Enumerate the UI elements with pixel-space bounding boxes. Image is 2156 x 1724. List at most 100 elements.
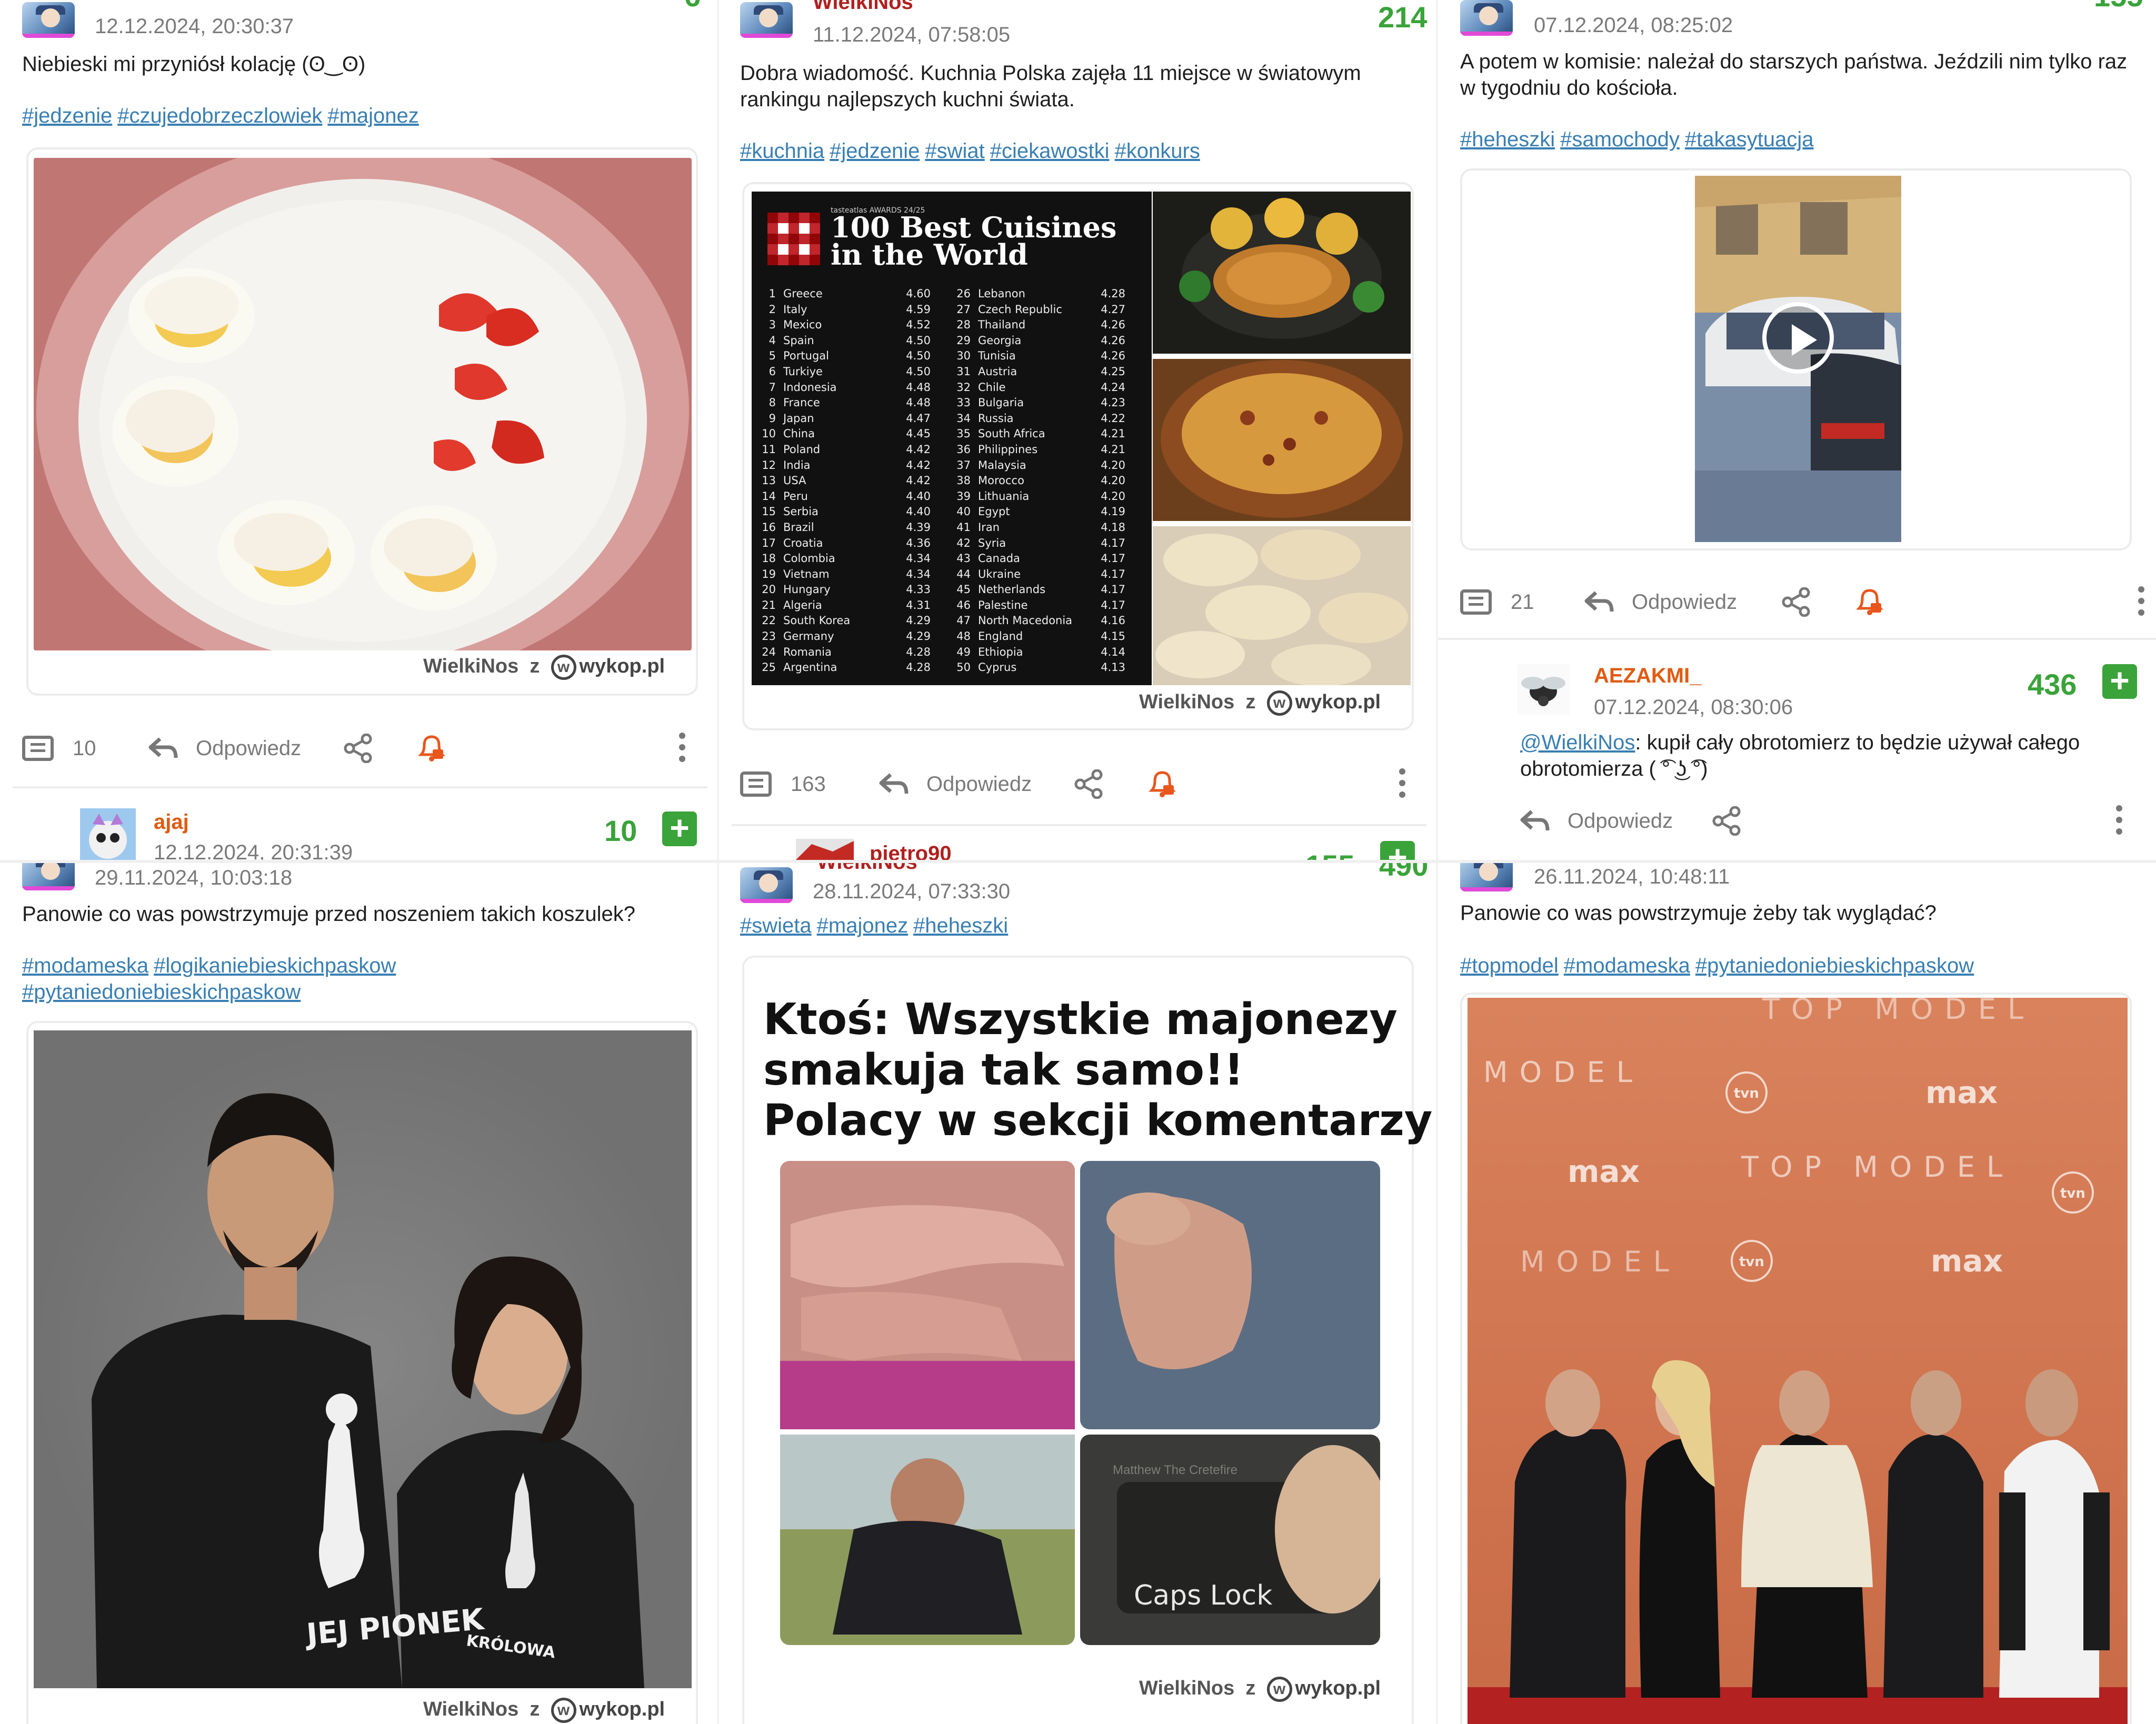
post-video-card[interactable]: [1460, 168, 2132, 550]
tag-link[interactable]: #modameska: [22, 954, 148, 977]
tag-link[interactable]: #logikaniebieskichpaskow: [154, 954, 396, 977]
image-watermark: WielkiNos z w wykop.pl: [1139, 1677, 1381, 1702]
bell-icon[interactable]: [1855, 586, 1884, 618]
author-avatar[interactable]: [1460, 0, 1513, 36]
tag-link[interactable]: #samochody: [1560, 128, 1680, 151]
comment-actions: Odpowiedz: [1520, 800, 2141, 842]
ranking-row: 1 Greece 4.60: [757, 286, 931, 302]
tag-link[interactable]: #jedzenie: [22, 104, 112, 127]
reply-icon[interactable]: [1584, 590, 1614, 614]
ranking-position: 17: [762, 536, 776, 549]
author-avatar[interactable]: [1460, 863, 1513, 891]
commenter-name[interactable]: ajaj: [154, 810, 189, 834]
tag-link[interactable]: #kuchnia: [740, 139, 824, 163]
ranking-position: 24: [762, 645, 776, 658]
tag-link[interactable]: #takasytuacja: [1685, 128, 1814, 151]
ranking-row: 11 Poland 4.42: [757, 442, 931, 458]
tvn-logo-text: tvn: [1734, 1086, 1759, 1101]
ranking-row: 13 USA 4.42: [757, 473, 931, 489]
commenter-name[interactable]: AEZAKMI_: [1594, 664, 1701, 688]
author-avatar[interactable]: [740, 2, 793, 38]
comment-icon[interactable]: [22, 736, 54, 761]
ranking-score: 4.42: [906, 458, 931, 472]
ranking-row: 3 Mexico 4.52: [757, 317, 931, 333]
tag-link[interactable]: #topmodel: [1460, 954, 1559, 977]
tag-link[interactable]: #ciekawostki: [990, 139, 1110, 163]
tag-link[interactable]: #pytaniedoniebieskichpaskow: [1695, 954, 1974, 977]
ranking-position: 48: [956, 630, 971, 643]
commenter-avatar[interactable]: [796, 839, 854, 860]
tag-link[interactable]: #konkurs: [1115, 139, 1200, 163]
comment-icon[interactable]: [740, 771, 772, 797]
play-icon[interactable]: [1762, 302, 1834, 374]
author-avatar[interactable]: [22, 863, 75, 890]
reply-icon[interactable]: [879, 773, 909, 796]
ranking-score: 4.28: [906, 645, 931, 658]
more-icon[interactable]: [1399, 768, 1406, 800]
commenter-name[interactable]: pietro90: [870, 842, 952, 860]
ranking-country: Serbia: [783, 505, 819, 518]
ranking-country: Hungary: [783, 583, 831, 596]
comment-count[interactable]: 163: [791, 763, 826, 805]
reply-icon[interactable]: [1520, 809, 1550, 833]
ranking-row: 23 Germany 4.29: [757, 629, 931, 645]
tag-link[interactable]: #czujedobrzeczlowiek: [117, 104, 322, 127]
tag-link[interactable]: #majonez: [327, 104, 418, 127]
author-name[interactable]: WielkiNos: [817, 863, 917, 874]
commenter-avatar[interactable]: [1517, 664, 1570, 715]
reply-button[interactable]: Odpowiedz: [1632, 581, 1737, 623]
more-icon[interactable]: [2116, 805, 2123, 837]
ranking-country: USA: [783, 474, 806, 487]
author-name[interactable]: WielkiNos: [813, 0, 913, 14]
share-icon[interactable]: [1074, 769, 1103, 799]
reply-button[interactable]: Odpowiedz: [1568, 800, 1673, 842]
bell-icon[interactable]: [417, 733, 446, 764]
share-icon[interactable]: [1781, 587, 1811, 617]
post-image-card[interactable]: JEJ PIONEK KRÓLOWA WielkiNos z w wykop.pl: [26, 1021, 698, 1724]
tag-link[interactable]: #swieta: [740, 914, 812, 937]
ranking-row: 8 France 4.48: [757, 395, 931, 411]
tag-link[interactable]: #modameska: [1564, 954, 1690, 977]
mention-link[interactable]: @WielkiNos: [1520, 731, 1635, 754]
post-image-card[interactable]: tasteatlas AWARDS 24/25 100 Best Cuisine…: [742, 182, 1414, 730]
ranking-position: 4: [768, 334, 776, 347]
post-text: Panowie co was powstrzymuje przed noszen…: [22, 903, 635, 926]
tag-link[interactable]: #jedzenie: [830, 139, 920, 163]
more-icon[interactable]: [2138, 586, 2145, 618]
ranking-row: 24 Romania 4.28: [757, 645, 931, 660]
reply-button[interactable]: Odpowiedz: [196, 727, 301, 769]
commenter-avatar[interactable]: [80, 808, 136, 860]
ranking-score: 4.42: [906, 443, 931, 456]
tag-link[interactable]: #swiat: [925, 139, 984, 163]
post-image-card[interactable]: MODEL TOP MODEL MODEL TOP MODEL max max …: [1460, 993, 2132, 1724]
ranking-position: 50: [956, 661, 971, 674]
bell-icon[interactable]: [1147, 768, 1177, 800]
comment-count[interactable]: 21: [1511, 581, 1534, 623]
post-text: Panowie co was powstrzymuje żeby tak wyg…: [1460, 901, 1937, 925]
more-icon[interactable]: [679, 733, 686, 764]
plus-button[interactable]: +: [2102, 664, 2137, 699]
ranking-score: 4.17: [1101, 567, 1125, 580]
ranking-score: 4.33: [906, 583, 931, 596]
plus-button[interactable]: +: [1380, 840, 1415, 860]
tag-link[interactable]: #heheszki: [913, 914, 1008, 937]
post-image-card[interactable]: WielkiNos z w wykop.pl: [26, 147, 698, 696]
reply-icon[interactable]: [148, 737, 178, 760]
ranking-row: 42 Syria 4.17: [952, 536, 1125, 552]
ranking-country: England: [978, 630, 1023, 643]
comment-count[interactable]: 10: [73, 727, 96, 769]
tag-link[interactable]: #pytaniedoniebieskichpaskow: [22, 980, 301, 1004]
reply-button[interactable]: Odpowiedz: [926, 763, 1032, 805]
ranking-row: 41 Iran 4.18: [952, 520, 1125, 536]
tag-link[interactable]: #heheszki: [1460, 128, 1555, 151]
share-icon[interactable]: [1712, 806, 1741, 836]
ranking-position: 26: [956, 287, 971, 300]
author-avatar[interactable]: [22, 2, 75, 38]
plus-button[interactable]: +: [662, 811, 697, 846]
ranking-position: 1: [768, 287, 776, 300]
share-icon[interactable]: [343, 734, 373, 763]
post-image-card[interactable]: Ktoś: Wszystkie majonezy smakuja tak sam…: [742, 956, 1435, 1724]
comment-icon[interactable]: [1460, 589, 1492, 615]
tag-link[interactable]: #majonez: [817, 914, 908, 937]
author-avatar[interactable]: [740, 867, 793, 903]
